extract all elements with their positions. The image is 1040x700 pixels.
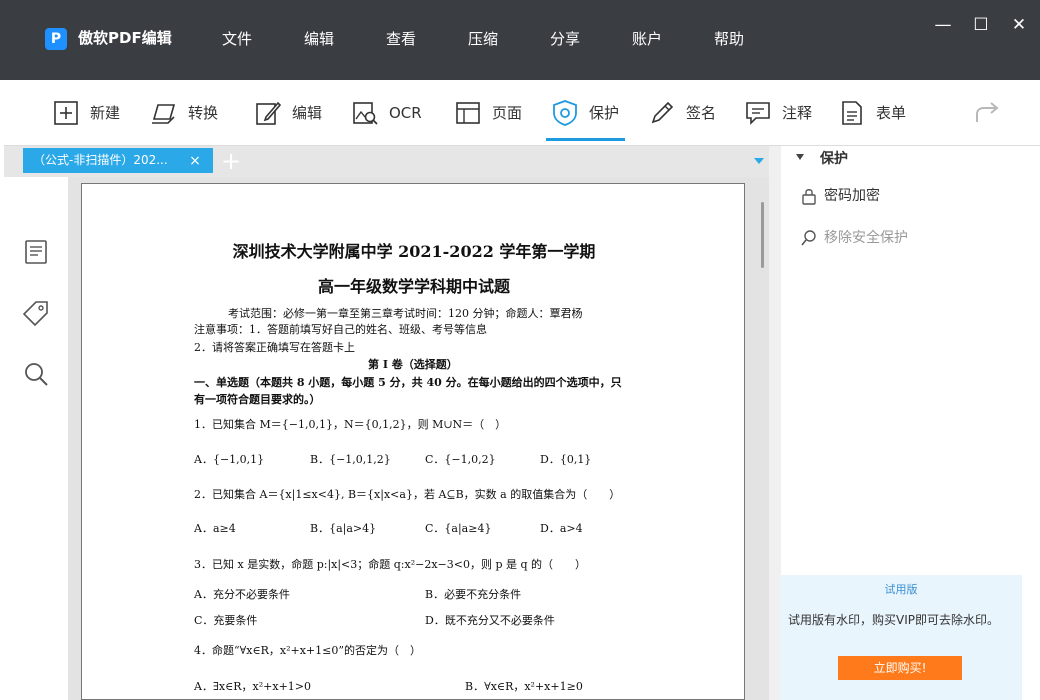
doc-option: B．必要不充分条件 [425, 588, 522, 601]
form-label: 表单 [876, 104, 907, 122]
document-tab[interactable]: （公式-非扫描件）202... [23, 148, 213, 173]
menu-account[interactable]: 账户 [606, 29, 688, 49]
menu-view[interactable]: 查看 [360, 29, 442, 49]
left-sidebar-top [4, 177, 68, 220]
annotate-label: 注释 [782, 104, 813, 122]
menu-help[interactable]: 帮助 [688, 29, 770, 49]
trial-title: 试用版 [884, 583, 918, 596]
page-label: 页面 [492, 104, 523, 122]
pdf-page: 深圳技术大学附属中学 2021-2022 学年第一学期 高一年级数学学科期中试题… [81, 183, 745, 700]
maximize-button[interactable]: ☐ [970, 14, 992, 36]
doc-option: A．充分不必要条件 [194, 588, 290, 601]
convert-label: 转换 [188, 104, 219, 122]
doc-option: C．充要条件 [194, 614, 258, 627]
doc-question: 2．已知集合 A＝{x|1≤x<4}, B＝{x|x<a}，若 A⊆B，实数 a… [194, 488, 621, 501]
doc-option: C．{−1,0,2} [425, 453, 496, 466]
doc-subtitle: 高一年级数学学科期中试题 [317, 277, 510, 296]
doc-title: 深圳技术大学附属中学 2021-2022 学年第一学期 [232, 242, 596, 261]
ocr-label: OCR [389, 104, 422, 122]
new-icon [54, 101, 78, 125]
active-tool-indicator [546, 138, 625, 141]
menu-file[interactable]: 文件 [196, 29, 278, 49]
doc-option: D．{0,1} [540, 453, 592, 466]
trial-text: 试用版有水印，购买VIP即可去除水印。 [788, 613, 999, 627]
protect-button[interactable]: 保护 [551, 80, 619, 146]
doc-option: A．a≥4 [194, 522, 236, 535]
magnifier-icon [801, 230, 816, 246]
menu-compress[interactable]: 压缩 [442, 29, 524, 49]
doc-line: 注意事项：1．答题前填写好自己的姓名、班级、考号等信息 [194, 323, 487, 336]
doc-option: C．{a|a≥4} [425, 522, 492, 535]
doc-option: A．{−1,0,1} [194, 453, 265, 466]
menu-share[interactable]: 分享 [524, 29, 606, 49]
bookmark-tag-icon[interactable] [22, 299, 50, 327]
sign-button[interactable]: 签名 [648, 80, 716, 146]
tab-dropdown-icon[interactable] [754, 158, 764, 164]
main-menu: 文件 编辑 查看 压缩 分享 账户 帮助 [196, 29, 770, 49]
left-sidebar [4, 220, 68, 700]
convert-button[interactable]: 转换 [150, 80, 218, 146]
sign-label: 签名 [686, 104, 717, 122]
doc-line: 有一项符合题目要求的。） [194, 393, 321, 406]
doc-line: 考试范围：必修一第一章至第三章考试时间：120 分钟；命题人：覃君杨 [228, 307, 583, 320]
close-button[interactable]: ✕ [1008, 14, 1030, 36]
convert-icon [152, 104, 176, 124]
doc-option: B．∀x∈R，x²+x+1≥0 [465, 680, 583, 693]
new-button[interactable]: 新建 [52, 80, 120, 146]
form-icon [842, 101, 862, 125]
app-logo-icon: P [45, 28, 67, 50]
collapse-caret-icon[interactable] [796, 154, 804, 160]
tab-close-icon[interactable]: × [187, 153, 203, 169]
edit-button[interactable]: 编辑 [254, 80, 322, 146]
page-button[interactable]: 页面 [454, 80, 522, 146]
protect-label: 保护 [589, 104, 620, 122]
minimize-button[interactable]: — [932, 14, 954, 36]
panel-heading: 保护 [820, 151, 848, 167]
remove-security-button[interactable]: 移除安全保护 [800, 227, 908, 249]
doc-option: D．a>4 [540, 522, 583, 535]
shield-icon [553, 100, 577, 126]
main-toolbar: 新建 转换 编辑 OCR 页面 保护 签名 注释 表单 [4, 80, 1040, 146]
tab-add-icon[interactable]: + [220, 149, 242, 173]
ocr-button[interactable]: OCR [351, 80, 422, 146]
app-title: 傲软PDF编辑 [78, 29, 172, 47]
annotate-button[interactable]: 注释 [744, 80, 812, 146]
edit-label: 编辑 [292, 104, 323, 122]
doc-question: 3．已知 x 是实数，命题 p:|x|<3；命题 q:x²−2x−3<0，则 p… [194, 558, 587, 571]
password-encrypt-button[interactable]: 密码加密 [800, 185, 880, 207]
doc-line: 2．请将答案正确填写在答题卡上 [194, 341, 355, 354]
doc-option: A．∃x∈R，x²+x+1>0 [194, 680, 312, 693]
doc-option: D．既不充分又不必要条件 [425, 614, 555, 627]
search-icon[interactable] [22, 360, 50, 388]
password-encrypt-label: 密码加密 [824, 188, 880, 204]
doc-section: 第 I 卷（选择题） [368, 358, 458, 371]
doc-question: 1．已知集合 M＝{−1,0,1}，N＝{0,1,2}，则 M∪N＝（ ） [194, 418, 507, 431]
page-icon [456, 102, 480, 124]
remove-security-label: 移除安全保护 [824, 230, 908, 246]
lock-icon [802, 189, 816, 205]
doc-option: B．{a|a>4} [310, 522, 377, 535]
ocr-icon [353, 102, 378, 125]
redo-icon[interactable] [972, 98, 1002, 128]
doc-line: 一、单选题（本题共 8 小题，每小题 5 分，共 40 分。在每小题给出的四个选… [194, 376, 622, 389]
thumbnails-icon[interactable] [22, 238, 50, 266]
edit-icon [256, 101, 282, 125]
doc-option: B．{−1,0,1,2} [310, 453, 391, 466]
scrollbar-thumb[interactable] [761, 202, 764, 268]
new-label: 新建 [90, 104, 121, 122]
doc-question: 4．命题“∀x∈R，x²+x+1≤0”的否定为（ ） [194, 644, 421, 657]
comment-icon [746, 102, 770, 125]
title-bar: P 傲软PDF编辑 文件 编辑 查看 压缩 分享 账户 帮助 — ☐ ✕ [0, 0, 1040, 80]
pen-icon [651, 101, 674, 124]
menu-edit[interactable]: 编辑 [278, 29, 360, 49]
form-button[interactable]: 表单 [838, 80, 906, 146]
buy-now-button[interactable]: 立即购买! [838, 656, 962, 680]
